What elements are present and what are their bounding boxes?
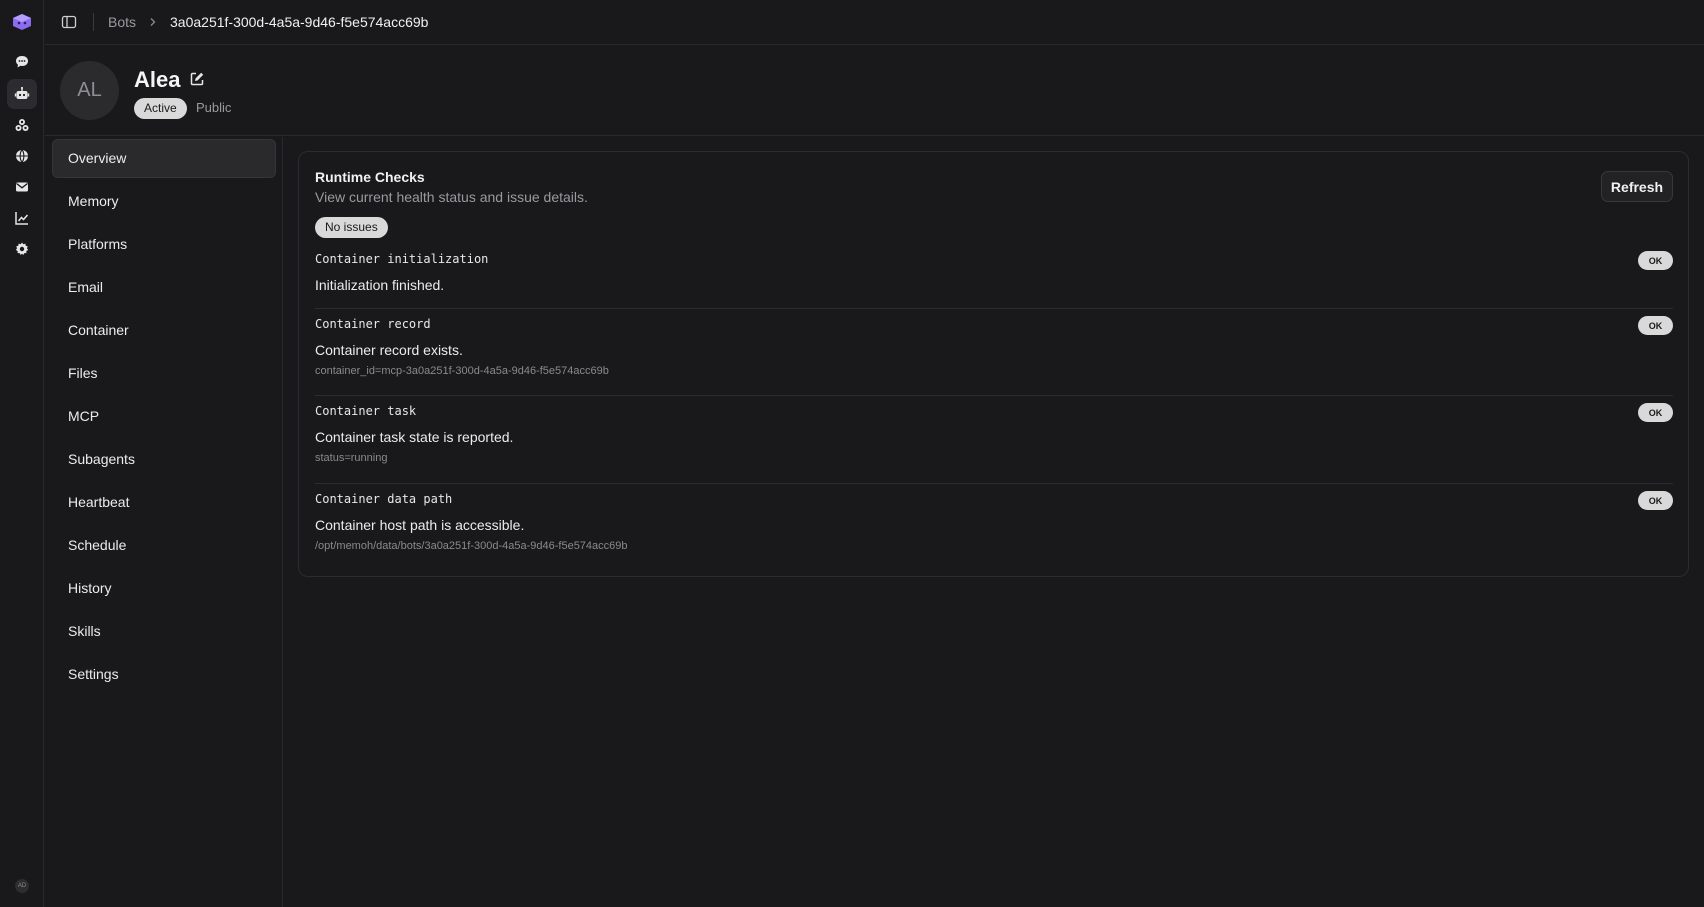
chart-icon[interactable] xyxy=(7,203,37,233)
bot-icon[interactable] xyxy=(7,79,37,109)
check-status-badge: OK xyxy=(1638,316,1673,335)
issues-badge: No issues xyxy=(315,217,388,238)
check-name: Container data path xyxy=(315,492,453,506)
models-icon[interactable] xyxy=(7,110,37,140)
check-name: Container task xyxy=(315,404,417,418)
refresh-button[interactable]: Refresh xyxy=(1601,171,1673,202)
top-bar: Bots 3a0a251f-300d-4a5a-9d46-f5e574acc69… xyxy=(45,0,1704,45)
nav-item-email[interactable]: Email xyxy=(52,268,276,307)
nav-item-memory[interactable]: Memory xyxy=(52,182,276,221)
bot-avatar: AL xyxy=(60,61,119,120)
globe-icon[interactable] xyxy=(7,141,37,171)
gear-icon[interactable] xyxy=(7,234,37,264)
check-detail: /opt/memoh/data/bots/3a0a251f-300d-4a5a-… xyxy=(315,540,628,552)
mail-icon[interactable] xyxy=(7,172,37,202)
app-logo-icon[interactable] xyxy=(10,12,34,32)
edit-icon[interactable] xyxy=(189,71,205,87)
bot-header: AL Alea Active Public xyxy=(45,46,1704,136)
icon-rail: AD xyxy=(0,0,44,907)
nav-item-schedule[interactable]: Schedule xyxy=(52,526,276,565)
breadcrumb-current: 3a0a251f-300d-4a5a-9d46-f5e574acc69b xyxy=(170,14,429,30)
check-name: Container record xyxy=(315,317,431,331)
check-message: Container host path is accessible. xyxy=(315,517,525,533)
user-avatar[interactable]: AD xyxy=(15,879,29,893)
visibility-label: Public xyxy=(196,100,232,115)
bot-sections-nav: Overview Memory Platforms Email Containe… xyxy=(45,137,283,907)
check-message: Container task state is reported. xyxy=(315,429,514,445)
check-row: Container record OK Container record exi… xyxy=(315,308,1673,396)
nav-item-skills[interactable]: Skills xyxy=(52,612,276,651)
check-row: Container task OK Container task state i… xyxy=(315,395,1673,483)
bot-name: Alea xyxy=(134,67,181,92)
panel-subtitle: View current health status and issue det… xyxy=(315,189,588,205)
check-row: Container data path OK Container host pa… xyxy=(315,483,1673,571)
nav-item-container[interactable]: Container xyxy=(52,311,276,350)
chevron-right-icon xyxy=(148,17,158,27)
check-message: Container record exists. xyxy=(315,342,463,358)
nav-item-platforms[interactable]: Platforms xyxy=(52,225,276,264)
nav-item-files[interactable]: Files xyxy=(52,354,276,393)
check-status-badge: OK xyxy=(1638,403,1673,422)
check-detail: status=running xyxy=(315,452,388,464)
check-status-badge: OK xyxy=(1638,251,1673,270)
nav-item-heartbeat[interactable]: Heartbeat xyxy=(52,483,276,522)
nav-item-overview[interactable]: Overview xyxy=(52,139,276,178)
nav-item-subagents[interactable]: Subagents xyxy=(52,440,276,479)
check-detail: container_id=mcp-3a0a251f-300d-4a5a-9d46… xyxy=(315,365,609,377)
check-name: Container initialization xyxy=(315,252,489,266)
divider xyxy=(93,13,94,31)
chat-icon[interactable] xyxy=(7,47,37,77)
runtime-checks-panel: Runtime Checks View current health statu… xyxy=(298,151,1689,577)
check-status-badge: OK xyxy=(1638,491,1673,510)
status-badge: Active xyxy=(134,98,187,119)
nav-item-settings[interactable]: Settings xyxy=(52,655,276,694)
nav-item-mcp[interactable]: MCP xyxy=(52,397,276,436)
sidebar-toggle-icon[interactable] xyxy=(61,14,77,30)
nav-item-history[interactable]: History xyxy=(52,569,276,608)
breadcrumb-bots[interactable]: Bots xyxy=(108,14,136,30)
check-message: Initialization finished. xyxy=(315,277,445,293)
panel-title: Runtime Checks xyxy=(315,169,425,185)
